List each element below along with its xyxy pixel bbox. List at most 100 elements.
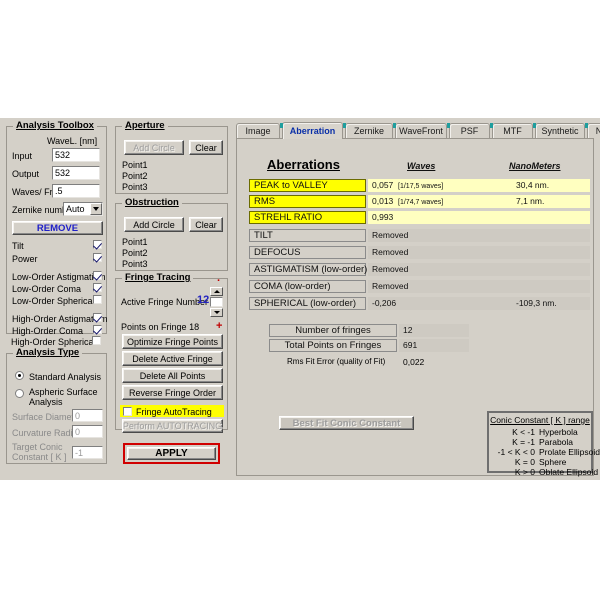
aperture-add-circle-button[interactable]: Add Circle (124, 140, 184, 155)
row-waves-coma: Removed (368, 280, 512, 293)
analysis-toolbox-title: Analysis Toolbox (13, 120, 97, 131)
aperture-clear-button[interactable]: Clear (189, 140, 223, 155)
obstruction-add-circle-button[interactable]: Add Circle (124, 217, 184, 232)
row-waves-tilt: Removed (368, 229, 512, 242)
remove-button-label: REMOVE (37, 223, 78, 234)
reverse-fringe-order-button[interactable]: Reverse Fringe Order (122, 385, 223, 400)
apply-button[interactable]: APPLY (127, 447, 216, 460)
row-label-spherical: SPHERICAL (low-order) (249, 297, 366, 310)
output-wavelength-field[interactable]: 532 (52, 166, 100, 180)
checkbox-box-power[interactable] (93, 253, 102, 262)
points-on-fringe-label: Points on Fringe 18 (121, 322, 199, 332)
row-waves-peak-to-valley: 0,057 [1/17,5 waves] (368, 179, 512, 192)
conic-name-oblate-ellipsoid: Oblate Ellipsoid (539, 467, 598, 477)
waves-per-fringe-field[interactable]: .5 (52, 184, 100, 198)
wavelength-header: WaveL. [nm] (47, 136, 97, 146)
points-on-fringe-value: 18 (189, 322, 199, 332)
chevron-down-icon[interactable] (90, 203, 102, 215)
conic-name-sphere: Sphere (539, 457, 566, 467)
row-nm-rms: 7,1 nm. (512, 195, 590, 208)
tab-image[interactable]: Image (236, 123, 280, 138)
zernike-number-value: Auto (66, 204, 85, 214)
checkbox-label-low-order-astigmatism: Low-Order Astigmatism (12, 272, 106, 282)
checkbox-label-high-order-spherical: High-Order Spherical (11, 337, 96, 347)
column-header-nanometers: NanoMeters (509, 161, 561, 171)
tab-zernike[interactable]: Zernike (345, 123, 393, 138)
spinner-up-icon[interactable] (210, 287, 223, 296)
radio-aspheric-surface-analysis[interactable] (15, 389, 24, 398)
apply-button-label: APPLY (155, 448, 187, 459)
target-conic-constant-field[interactable]: -1 (72, 446, 103, 459)
aperture-point-3: Point3 (122, 182, 148, 192)
checkbox-label-power: Power (12, 254, 38, 264)
remove-button[interactable]: REMOVE (12, 221, 103, 235)
tab-aberration[interactable]: Aberration (282, 122, 343, 139)
row-nm-peak-to-valley: 30,4 nm. (512, 179, 590, 192)
analysis-type-group: Analysis Type Standard Analysis Aspheric… (6, 353, 107, 464)
aperture-clear-label: Clear (195, 143, 217, 153)
conic-k-parabola: K = -1 (489, 437, 535, 447)
fringe-autotracing-label: Fringe AutoTracing (136, 407, 212, 417)
fringe-autotracing-checkbox-row[interactable]: Fringe AutoTracing (120, 405, 224, 417)
input-wavelength-field[interactable]: 532 (52, 148, 100, 162)
tab-notch-2 (343, 123, 346, 128)
tab-synthetic[interactable]: Synthetic (535, 123, 585, 138)
zernike-number-combo[interactable]: Auto (63, 202, 103, 216)
checkbox-box-high-order-coma[interactable] (93, 325, 102, 334)
spinner-value-field[interactable] (210, 297, 223, 307)
conic-name-prolate-ellipsoid: Prolate Ellipsoid (539, 447, 600, 457)
fringe-tracing-group: Fringe Tracing · Active Fringe Number 12… (115, 278, 228, 430)
aperture-title: Aperture (122, 120, 168, 131)
checkbox-box-low-order-astigmatism[interactable] (93, 271, 102, 280)
checkbox-box-low-order-spherical[interactable] (93, 295, 102, 304)
delete-active-fringe-button[interactable]: Delete Active Fringe (122, 351, 223, 366)
checkbox-box-high-order-spherical[interactable] (92, 336, 101, 345)
obstruction-point-3: Point3 (122, 259, 148, 269)
checkbox-label-tilt: Tilt (12, 241, 24, 251)
analysis-toolbox-group: Analysis Toolbox WaveL. [nm] Input 532 O… (6, 126, 107, 334)
target-conic-constant-label: Target Conic Constant [ K ] (12, 442, 70, 462)
fringe-marker-top-icon: · (217, 277, 221, 286)
optimize-fringe-points-button[interactable]: Optimize Fringe Points (122, 334, 223, 349)
radio-standard-analysis[interactable] (15, 371, 24, 380)
checkbox-box-low-order-coma[interactable] (93, 283, 102, 292)
total-points-on-fringes-label: Total Points on Fringes (269, 339, 397, 352)
row-nm-astigmatism (512, 263, 590, 276)
tab-psf[interactable]: PSF (449, 123, 490, 138)
aperture-point-1: Point1 (122, 160, 148, 170)
checkbox-label-high-order-coma: High-Order Coma (12, 326, 83, 336)
checkbox-box-high-order-astigmatism[interactable] (93, 313, 102, 322)
obstruction-title: Obstruction (122, 197, 182, 208)
output-label: Output (12, 169, 39, 179)
row-nm-strehl-ratio (512, 211, 590, 224)
obstruction-clear-button[interactable]: Clear (189, 217, 223, 232)
interferometry-analysis-window: Analysis Toolbox WaveL. [nm] Input 532 O… (0, 118, 600, 480)
aberrations-heading: Aberrations (267, 157, 340, 172)
row-nm-coma (512, 280, 590, 293)
obstruction-point-2: Point2 (122, 248, 148, 258)
row-waves-strehl-ratio: 0,993 (368, 211, 512, 224)
best-fit-conic-constant-button[interactable]: Best Fit Conic Constant (279, 416, 414, 430)
spinner-down-icon[interactable] (210, 308, 223, 317)
analysis-type-title: Analysis Type (13, 347, 82, 358)
row-waves-defocus: Removed (368, 246, 512, 259)
curvature-radius-field[interactable]: 0 (72, 425, 103, 438)
obstruction-group: Obstruction Add Circle Clear Point1 Poin… (115, 203, 228, 271)
row-label-astigmatism: ASTIGMATISM (low-order) (249, 263, 366, 276)
perform-autotracing-button[interactable]: Perform AUTOTRACING (122, 419, 223, 433)
add-point-plus-icon[interactable]: + (216, 322, 222, 331)
checkbox-box-tilt[interactable] (93, 240, 102, 249)
best-fit-conic-constant-label: Best Fit Conic Constant (293, 418, 401, 429)
aberration-tab-pane: Aberrations Waves NanoMeters PEAK to VAL… (236, 138, 594, 476)
checkbox-label-low-order-coma: Low-Order Coma (12, 284, 81, 294)
tab-mtf[interactable]: MTF (492, 123, 533, 138)
obstruction-point-1: Point1 (122, 237, 148, 247)
active-fringe-spinner[interactable] (210, 287, 225, 317)
active-fringe-number-label: Active Fringe Number (121, 297, 208, 307)
fringe-autotracing-checkbox[interactable] (123, 407, 132, 416)
conic-k-hyperbola: K < -1 (489, 427, 535, 437)
tab-wavefront[interactable]: WaveFront (395, 123, 447, 138)
delete-all-points-button[interactable]: Delete All Points (122, 368, 223, 383)
surface-diameter-field[interactable]: 0 (72, 409, 103, 422)
tab-notes[interactable]: Notes (587, 123, 600, 138)
